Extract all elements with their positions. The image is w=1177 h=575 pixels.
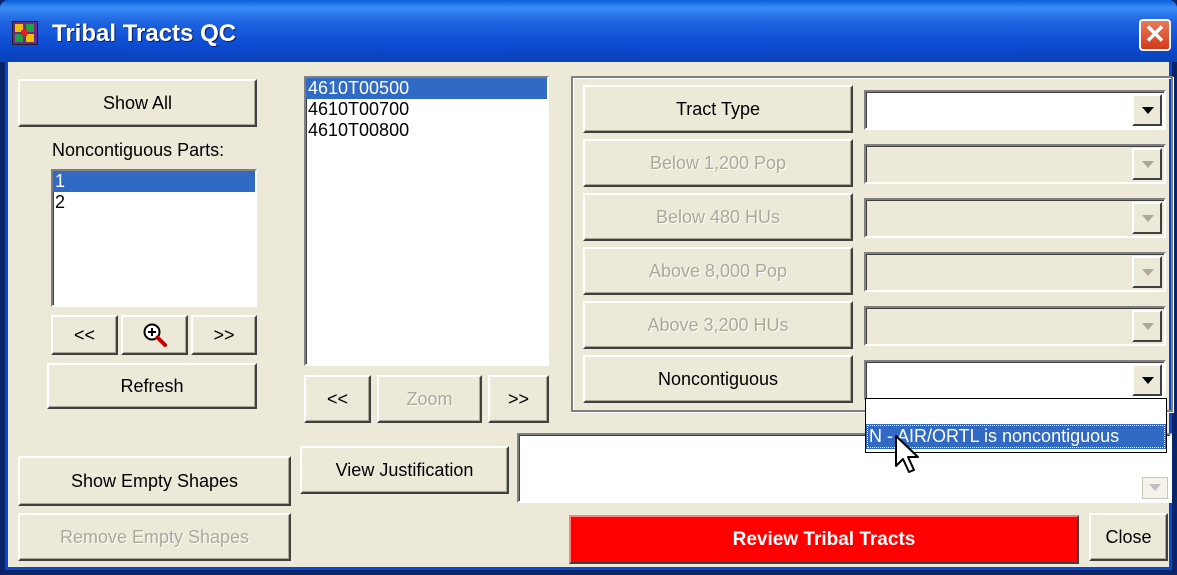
close-button[interactable]: Close <box>1089 513 1168 561</box>
below-1200-pop-select[interactable] <box>864 144 1166 184</box>
tract-type-select[interactable] <box>864 90 1166 130</box>
list-item-part[interactable]: 2 <box>53 192 255 213</box>
list-item-part[interactable]: 1 <box>53 171 255 192</box>
below-1200-pop-button[interactable]: Below 1,200 Pop <box>583 139 853 187</box>
chevron-down-icon[interactable] <box>1132 256 1162 288</box>
close-window-icon[interactable]: ✕ <box>1139 19 1171 51</box>
view-justification-button[interactable]: View Justification <box>300 446 509 494</box>
above-3200-hus-button[interactable]: Above 3,200 HUs <box>583 301 853 349</box>
tract-type-button[interactable]: Tract Type <box>583 85 853 133</box>
review-tribal-tracts-button[interactable]: Review Tribal Tracts <box>569 515 1079 564</box>
dropdown-option[interactable] <box>866 399 1166 424</box>
chevron-down-icon[interactable] <box>1132 310 1162 342</box>
mouse-pointer-icon <box>895 435 919 473</box>
noncontiguous-parts-label: Noncontiguous Parts: <box>52 140 225 160</box>
tract-listbox[interactable]: 4610T00500 4610T00700 4610T00800 <box>304 76 549 366</box>
remove-empty-shapes-button[interactable]: Remove Empty Shapes <box>18 513 291 561</box>
next-tract-button[interactable]: >> <box>488 375 549 423</box>
magnifier-plus-icon <box>143 323 167 347</box>
above-8000-pop-button[interactable]: Above 8,000 Pop <box>583 247 853 295</box>
chevron-down-icon <box>1149 484 1161 491</box>
refresh-button[interactable]: Refresh <box>47 363 257 409</box>
above-3200-hus-select[interactable] <box>864 306 1166 346</box>
zoom-part-button[interactable] <box>121 315 188 355</box>
below-480-hus-select[interactable] <box>864 198 1166 238</box>
prev-tract-button[interactable]: << <box>304 375 371 423</box>
noncontiguous-button[interactable]: Noncontiguous <box>583 355 853 403</box>
window-title: Tribal Tracts QC <box>52 20 237 47</box>
title-bar[interactable]: Tribal Tracts QC ✕ <box>0 0 1177 62</box>
noncontiguous-select[interactable] <box>864 360 1166 400</box>
chevron-down-icon[interactable] <box>1132 94 1162 126</box>
next-part-button[interactable]: >> <box>191 315 257 355</box>
dialog-window: Tribal Tracts QC ✕ Show All Noncontiguou… <box>0 0 1177 575</box>
list-item-tract[interactable]: 4610T00500 <box>306 78 547 99</box>
chevron-down-icon[interactable] <box>1132 364 1162 396</box>
list-item-tract[interactable]: 4610T00800 <box>306 120 547 141</box>
zoom-tract-button[interactable]: Zoom <box>377 375 482 423</box>
app-icon <box>12 21 38 45</box>
prev-part-button[interactable]: << <box>51 315 118 355</box>
scroll-down-button[interactable] <box>1142 477 1168 499</box>
below-480-hus-button[interactable]: Below 480 HUs <box>583 193 853 241</box>
parts-listbox[interactable]: 1 2 <box>51 169 257 307</box>
show-empty-shapes-button[interactable]: Show Empty Shapes <box>18 456 291 506</box>
above-8000-pop-select[interactable] <box>864 252 1166 292</box>
show-all-button[interactable]: Show All <box>18 79 257 127</box>
chevron-down-icon[interactable] <box>1132 202 1162 234</box>
list-item-tract[interactable]: 4610T00700 <box>306 99 547 120</box>
chevron-down-icon[interactable] <box>1132 148 1162 180</box>
